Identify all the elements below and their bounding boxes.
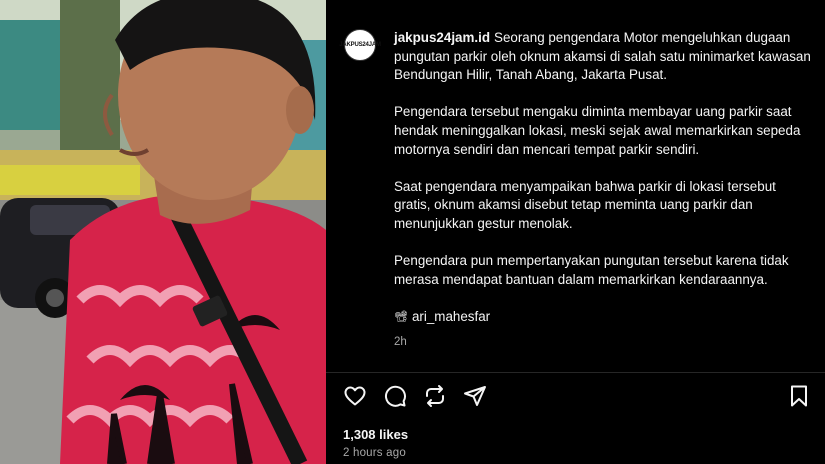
author-username[interactable]: jakpus24jam.id: [394, 30, 490, 45]
share-button[interactable]: [463, 384, 487, 408]
save-button[interactable]: [787, 384, 811, 408]
avatar[interactable]: JAKPUS24JAM: [339, 29, 381, 61]
repost-icon: [426, 385, 444, 407]
caption-paragraph: Saat pengendara menyampaikan bahwa parki…: [394, 178, 776, 231]
divider: [326, 372, 825, 373]
post-panel: JAKPUS24JAM jakpus24jam.id Seorang pengen…: [326, 0, 825, 464]
credit-username[interactable]: ari_mahesfar: [412, 308, 490, 327]
avatar-logo: JAKPUS24JAM: [339, 42, 381, 48]
comment-icon: [384, 385, 406, 407]
heart-icon: [344, 386, 366, 406]
camera-icon: 📽: [394, 310, 408, 323]
video-frame-image: [0, 0, 326, 464]
caption-paragraph: Pengendara pun mempertanyakan pungutan t…: [394, 253, 789, 287]
likes-count[interactable]: 1,308 likes: [343, 427, 408, 442]
share-icon: [464, 386, 486, 406]
post-video[interactable]: [0, 0, 326, 464]
caption: jakpus24jam.id Seorang pengendara Motor m…: [394, 29, 814, 351]
action-bar: [343, 384, 487, 408]
video-credit: 📽 ari_mahesfar: [394, 308, 814, 327]
caption-timestamp: 2h: [394, 335, 407, 348]
like-button[interactable]: [343, 384, 367, 408]
bookmark-icon: [791, 385, 807, 407]
comment-button[interactable]: [383, 384, 407, 408]
caption-intro-paragraph: jakpus24jam.id Seorang pengendara Motor m…: [394, 29, 814, 85]
caption-scroll-area[interactable]: JAKPUS24JAM jakpus24jam.id Seorang pengen…: [326, 0, 825, 372]
post-timestamp[interactable]: 2 hours ago: [343, 447, 406, 459]
repost-button[interactable]: [423, 384, 447, 408]
caption-paragraph: Pengendara tersebut mengaku diminta memb…: [394, 104, 801, 157]
